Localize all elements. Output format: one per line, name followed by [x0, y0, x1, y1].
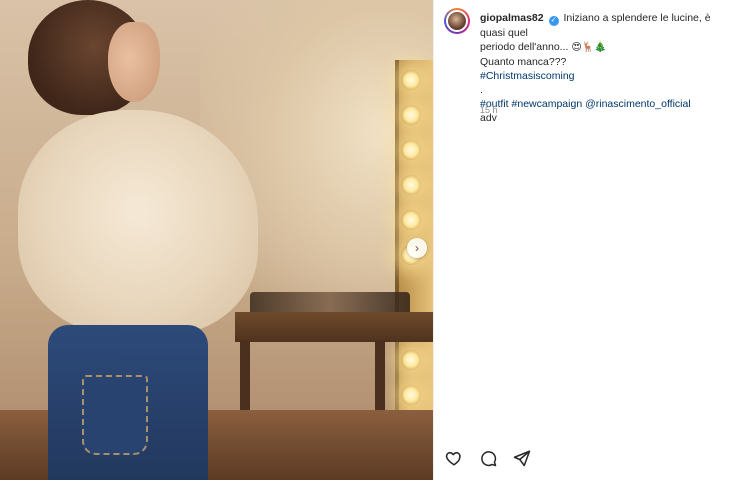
post-timestamp[interactable]: 15 h: [480, 105, 498, 115]
like-button[interactable]: [444, 448, 464, 468]
vanity-table: [235, 312, 433, 342]
username-link[interactable]: giopalmas82: [480, 12, 544, 24]
face: [108, 22, 160, 102]
jeans-pocket: [82, 375, 148, 455]
avatar[interactable]: [444, 8, 470, 34]
comment-icon: [481, 451, 497, 467]
hashtag-newcampaign[interactable]: #newcampaign: [512, 98, 583, 110]
post-caption: giopalmas82 ✓ Iniziano a splendere le lu…: [480, 11, 730, 125]
adv-label: adv: [480, 112, 497, 124]
comment-button[interactable]: [478, 448, 498, 468]
share-button[interactable]: [512, 448, 532, 468]
send-icon: [513, 450, 531, 467]
hashtag-christmasiscoming[interactable]: #Christmasiscoming: [480, 69, 730, 83]
caption-dot: .: [480, 84, 483, 96]
heart-icon: [445, 451, 461, 466]
fur-jacket: [18, 110, 258, 335]
caption-text-2: periodo dell'anno...: [480, 41, 569, 53]
post-photo[interactable]: ›: [0, 0, 433, 480]
post-actions: [444, 448, 532, 468]
mention-rinascimento[interactable]: @rinascimento_official: [585, 98, 691, 110]
caption-text-3: Quanto manca???: [480, 56, 567, 68]
post-sidebar: giopalmas82 ✓ Iniziano a splendere le lu…: [433, 0, 740, 480]
caption-emojis: 😍🦌🎄: [571, 42, 607, 53]
carousel-next-button[interactable]: ›: [407, 238, 427, 258]
chevron-right-icon: ›: [415, 241, 419, 255]
verified-badge-icon: ✓: [548, 16, 559, 26]
